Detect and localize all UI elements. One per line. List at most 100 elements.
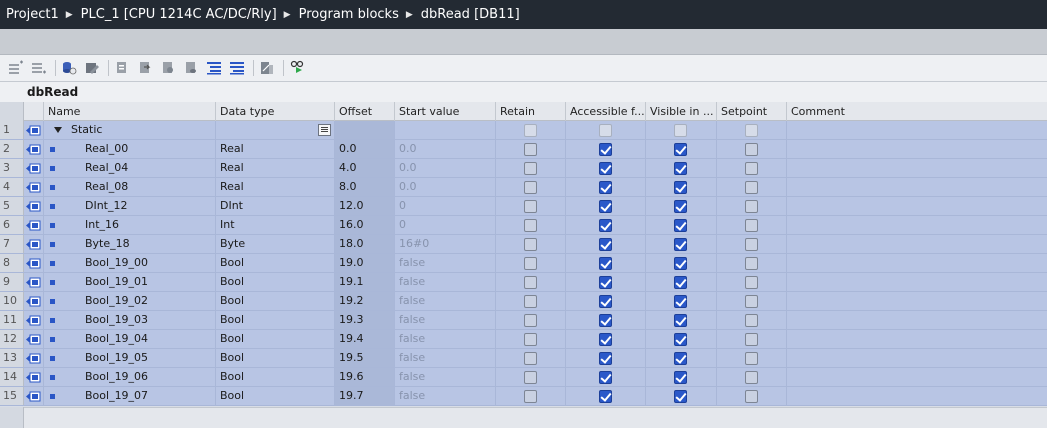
data-type-cell[interactable]: Bool bbox=[216, 368, 335, 386]
start-value-cell[interactable]: false bbox=[395, 273, 496, 291]
table-row[interactable]: 15 Bool_19_07 Bool 19.7 false bbox=[0, 387, 1047, 406]
start-value-cell[interactable]: 0 bbox=[395, 197, 496, 215]
visible-checkbox[interactable] bbox=[674, 276, 687, 289]
data-type-cell[interactable]: Real bbox=[216, 140, 335, 158]
header-name[interactable]: Name bbox=[44, 102, 216, 121]
comment-cell[interactable] bbox=[787, 159, 1047, 177]
breadcrumb-project[interactable]: Project1 bbox=[6, 7, 59, 22]
header-setpoint[interactable]: Setpoint bbox=[717, 102, 787, 121]
data-type-browse-icon[interactable] bbox=[318, 124, 331, 136]
header-start-value[interactable]: Start value bbox=[395, 102, 496, 121]
visible-checkbox[interactable] bbox=[674, 200, 687, 213]
visible-checkbox[interactable] bbox=[674, 371, 687, 384]
setpoint-checkbox[interactable] bbox=[744, 333, 758, 346]
visible-checkbox[interactable] bbox=[674, 295, 687, 308]
name-cell[interactable]: Bool_19_01 bbox=[44, 273, 216, 291]
retain-checkbox[interactable] bbox=[523, 295, 537, 308]
data-type-cell[interactable]: DInt bbox=[216, 197, 335, 215]
setpoint-checkbox[interactable] bbox=[744, 200, 758, 213]
name-cell[interactable]: Bool_19_02 bbox=[44, 292, 216, 310]
data-type-cell[interactable]: Int bbox=[216, 216, 335, 234]
setpoint-checkbox[interactable] bbox=[744, 124, 758, 137]
start-value-cell[interactable] bbox=[395, 121, 496, 139]
header-comment[interactable]: Comment bbox=[787, 102, 1047, 121]
start-value-cell[interactable]: false bbox=[395, 292, 496, 310]
visible-checkbox[interactable] bbox=[674, 124, 687, 137]
table-row[interactable]: 12 Bool_19_04 Bool 19.4 false bbox=[0, 330, 1047, 349]
retain-checkbox[interactable] bbox=[523, 352, 537, 365]
snapshot-icon[interactable] bbox=[82, 58, 102, 78]
data-type-cell[interactable]: Bool bbox=[216, 387, 335, 405]
comment-cell[interactable] bbox=[787, 216, 1047, 234]
accessible-checkbox[interactable] bbox=[598, 238, 612, 251]
setpoint-checkbox[interactable] bbox=[744, 238, 758, 251]
collapse-all-icon[interactable] bbox=[227, 58, 247, 78]
header-retain[interactable]: Retain bbox=[496, 102, 566, 121]
header-data-type[interactable]: Data type bbox=[216, 102, 335, 121]
table-row[interactable]: 13 Bool_19_05 Bool 19.5 false bbox=[0, 349, 1047, 368]
comment-cell[interactable] bbox=[787, 387, 1047, 405]
breadcrumb-program-blocks[interactable]: Program blocks bbox=[299, 7, 399, 22]
visible-checkbox[interactable] bbox=[674, 257, 687, 270]
setpoint-checkbox[interactable] bbox=[744, 219, 758, 232]
comment-cell[interactable] bbox=[787, 121, 1047, 139]
name-cell[interactable]: Real_00 bbox=[44, 140, 216, 158]
start-value-cell[interactable]: false bbox=[395, 387, 496, 405]
start-value-cell[interactable]: false bbox=[395, 330, 496, 348]
setpoint-checkbox[interactable] bbox=[744, 257, 758, 270]
table-empty-area[interactable] bbox=[0, 407, 1047, 428]
table-row[interactable]: 1 Static bbox=[0, 121, 1047, 140]
reset-start-values-icon[interactable] bbox=[59, 58, 79, 78]
name-cell[interactable]: Bool_19_06 bbox=[44, 368, 216, 386]
accessible-checkbox[interactable] bbox=[598, 124, 612, 137]
visible-checkbox[interactable] bbox=[674, 333, 687, 346]
visible-checkbox[interactable] bbox=[674, 162, 687, 175]
accessible-checkbox[interactable] bbox=[598, 314, 612, 327]
table-row[interactable]: 2 Real_00 Real 0.0 0.0 bbox=[0, 140, 1047, 159]
table-row[interactable]: 10 Bool_19_02 Bool 19.2 false bbox=[0, 292, 1047, 311]
retain-checkbox[interactable] bbox=[523, 162, 537, 175]
data-type-cell[interactable]: Bool bbox=[216, 292, 335, 310]
comment-cell[interactable] bbox=[787, 254, 1047, 272]
table-row[interactable]: 8 Bool_19_00 Bool 19.0 false bbox=[0, 254, 1047, 273]
name-cell[interactable]: Bool_19_03 bbox=[44, 311, 216, 329]
name-cell[interactable]: DInt_12 bbox=[44, 197, 216, 215]
retain-checkbox[interactable] bbox=[523, 257, 537, 270]
retain-checkbox[interactable] bbox=[523, 181, 537, 194]
visible-checkbox[interactable] bbox=[674, 352, 687, 365]
data-type-cell[interactable]: Bool bbox=[216, 349, 335, 367]
name-cell[interactable]: Byte_18 bbox=[44, 235, 216, 253]
setpoint-checkbox[interactable] bbox=[744, 295, 758, 308]
name-cell[interactable]: Real_04 bbox=[44, 159, 216, 177]
comment-cell[interactable] bbox=[787, 273, 1047, 291]
expand-arrow-icon[interactable] bbox=[54, 127, 62, 133]
setpoint-checkbox[interactable] bbox=[744, 314, 758, 327]
setpoint-checkbox[interactable] bbox=[744, 390, 758, 403]
retain-checkbox[interactable] bbox=[523, 238, 537, 251]
accessible-checkbox[interactable] bbox=[598, 333, 612, 346]
header-visible[interactable]: Visible in ... bbox=[646, 102, 717, 121]
visible-checkbox[interactable] bbox=[674, 219, 687, 232]
accessible-checkbox[interactable] bbox=[598, 219, 612, 232]
comment-cell[interactable] bbox=[787, 349, 1047, 367]
accessible-checkbox[interactable] bbox=[598, 257, 612, 270]
start-value-cell[interactable]: 0.0 bbox=[395, 140, 496, 158]
data-type-cell[interactable] bbox=[216, 121, 335, 139]
retain-checkbox[interactable] bbox=[523, 390, 537, 403]
monitor-icon[interactable] bbox=[181, 58, 201, 78]
header-offset[interactable]: Offset bbox=[335, 102, 395, 121]
comment-cell[interactable] bbox=[787, 178, 1047, 196]
retain-checkbox[interactable] bbox=[523, 124, 537, 137]
load-start-values-icon[interactable] bbox=[135, 58, 155, 78]
table-row[interactable]: 9 Bool_19_01 Bool 19.1 false bbox=[0, 273, 1047, 292]
setpoint-checkbox[interactable] bbox=[744, 181, 758, 194]
setpoint-checkbox[interactable] bbox=[744, 352, 758, 365]
retain-checkbox[interactable] bbox=[523, 333, 537, 346]
start-value-cell[interactable]: false bbox=[395, 311, 496, 329]
monitor-all-icon[interactable] bbox=[287, 58, 307, 78]
accessible-checkbox[interactable] bbox=[598, 143, 612, 156]
visible-checkbox[interactable] bbox=[674, 143, 687, 156]
accessible-checkbox[interactable] bbox=[598, 181, 612, 194]
retain-checkbox[interactable] bbox=[523, 143, 537, 156]
comment-cell[interactable] bbox=[787, 235, 1047, 253]
